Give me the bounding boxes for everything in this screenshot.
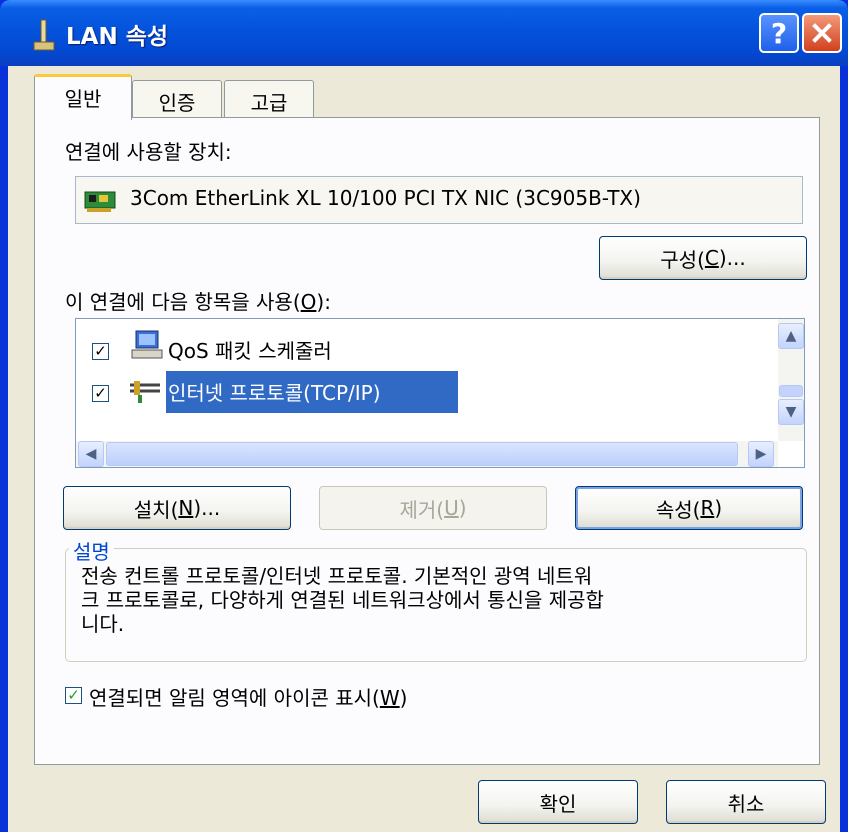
- install-button[interactable]: 설치(N)...: [63, 486, 291, 530]
- configure-button[interactable]: 구성(C)...: [599, 236, 807, 280]
- tcpip-label: 인터넷 프로토콜(TCP/IP): [168, 381, 381, 405]
- cancel-label: 취소: [727, 791, 765, 816]
- description-line-2: 크 프로토콜로, 다양하게 연결된 네트워크상에서 통신을 제공합: [81, 588, 604, 612]
- chevron-right-icon: ▶: [755, 446, 767, 462]
- window-title: LAN 속성: [66, 24, 169, 50]
- configure-suffix: )...: [718, 246, 746, 270]
- tab-authentication[interactable]: 인증: [132, 80, 222, 120]
- title-bar[interactable]: LAN 속성 ?: [0, 0, 848, 66]
- help-icon: ?: [770, 16, 788, 50]
- vertical-scrollbar[interactable]: ▲ ▼: [778, 319, 804, 441]
- tab-advanced[interactable]: 고급: [224, 80, 314, 120]
- notify-checkbox[interactable]: ✓: [65, 687, 82, 704]
- notify-suffix: ): [399, 686, 408, 710]
- tab-authentication-label: 인증: [158, 91, 196, 115]
- qos-label: QoS 패킷 스케줄러: [168, 339, 332, 363]
- help-button[interactable]: ?: [759, 13, 799, 53]
- tcpip-checkbox[interactable]: ✓: [92, 385, 109, 402]
- scroll-right-button[interactable]: ▶: [748, 441, 774, 467]
- description-text: 전송 컨트롤 프로토콜/인터넷 프로토콜. 기본적인 광역 네트워 크 프로토콜…: [81, 564, 604, 636]
- horizontal-scrollbar[interactable]: ◀ ▶: [76, 441, 778, 467]
- uninstall-suffix: ): [458, 496, 467, 520]
- chevron-down-icon: ▼: [785, 404, 797, 420]
- list-item[interactable]: ✓ QoS 패킷 스케줄러: [76, 329, 776, 369]
- notify-label: 연결되면 알림 영역에 아이콘 표시(W): [89, 682, 407, 711]
- ok-button[interactable]: 확인: [478, 780, 638, 824]
- items-label-suffix: ):: [316, 290, 331, 314]
- list-item[interactable]: ✓ 인터넷 프로토콜(TCP/IP): [76, 371, 776, 415]
- qos-computer-icon: [131, 330, 163, 359]
- properties-accesskey: R: [700, 496, 715, 520]
- components-list[interactable]: ✓ QoS 패킷 스케줄러 ✓ 인터넷 프로토콜(TCP/IP) ▲ ▼ ◀ ▶: [75, 318, 805, 468]
- scroll-left-button[interactable]: ◀: [78, 441, 104, 467]
- description-line-3: 니다.: [81, 612, 125, 636]
- tab-advanced-label: 고급: [250, 91, 288, 115]
- lan-properties-window: LAN 속성 ? 일반 인증 고급 연결에 사용할 장치: 3Com Ether…: [0, 0, 848, 832]
- uninstall-accesskey: U: [444, 496, 459, 520]
- tab-general-label: 일반: [64, 87, 102, 111]
- network-card-icon: [84, 191, 116, 212]
- qos-checkbox[interactable]: ✓: [92, 343, 109, 360]
- description-title: 설명: [69, 536, 114, 565]
- install-accesskey: N: [178, 496, 194, 520]
- device-field: 3Com EtherLink XL 10/100 PCI TX NIC (3C9…: [75, 176, 803, 224]
- scroll-up-button[interactable]: ▲: [778, 323, 804, 349]
- chevron-up-icon: ▲: [785, 328, 797, 344]
- properties-suffix: ): [714, 496, 723, 520]
- ok-label: 확인: [539, 791, 577, 816]
- network-protocol-icon: [130, 381, 160, 403]
- uninstall-text: 제거(: [399, 497, 445, 522]
- install-suffix: )...: [193, 496, 221, 520]
- configure-text: 구성(: [660, 247, 705, 272]
- properties-button[interactable]: 속성(R): [575, 486, 803, 530]
- scroll-down-button[interactable]: ▼: [778, 399, 804, 425]
- items-label-accesskey: O: [300, 290, 317, 314]
- notify-text: 연결되면 알림 영역에 아이콘 표시(: [89, 686, 380, 710]
- configure-accesskey: C: [704, 246, 719, 270]
- cancel-button[interactable]: 취소: [666, 780, 826, 824]
- tab-general[interactable]: 일반: [34, 74, 132, 120]
- dialog-client-area: 일반 인증 고급 연결에 사용할 장치: 3Com EtherLink XL 1…: [8, 66, 840, 832]
- uninstall-button[interactable]: 제거(U): [319, 486, 547, 530]
- vertical-scroll-thumb[interactable]: [779, 385, 803, 397]
- install-text: 설치(: [133, 497, 179, 522]
- close-icon: [812, 23, 832, 43]
- close-button[interactable]: [802, 13, 842, 53]
- items-label-text: 이 연결에 다음 항목을 사용(: [65, 290, 301, 314]
- chevron-left-icon: ◀: [85, 446, 97, 462]
- items-label: 이 연결에 다음 항목을 사용(O):: [65, 286, 331, 315]
- horizontal-scroll-thumb[interactable]: [106, 442, 738, 466]
- notify-accesskey: W: [379, 686, 400, 710]
- network-connection-icon: [33, 19, 55, 51]
- description-line-1: 전송 컨트롤 프로토콜/인터넷 프로토콜. 기본적인 광역 네트워: [81, 564, 593, 588]
- general-tab-panel: 연결에 사용할 장치: 3Com EtherLink XL 10/100 PCI…: [34, 117, 820, 765]
- properties-text: 속성(: [655, 497, 701, 522]
- device-name: 3Com EtherLink XL 10/100 PCI TX NIC (3C9…: [130, 186, 641, 210]
- device-label: 연결에 사용할 장치:: [65, 140, 232, 164]
